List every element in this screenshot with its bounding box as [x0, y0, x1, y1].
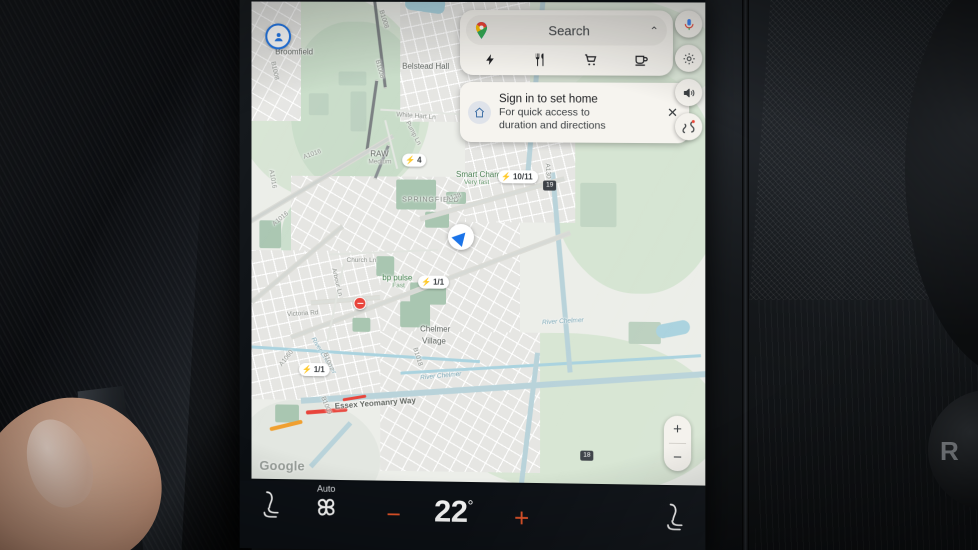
map-view[interactable]: Broomfield Belstead Hall White Hart Ln S…: [251, 1, 706, 486]
map-building: [350, 91, 367, 132]
seat-heater-icon: [257, 489, 283, 523]
map-road-label: A130: [543, 163, 552, 179]
navigation-arrow-icon: [451, 227, 471, 247]
navigation-arrow-marker: [448, 223, 474, 251]
map-building: [352, 317, 371, 332]
route-overview-button[interactable]: [674, 113, 703, 141]
google-maps-pin-icon: [474, 21, 489, 39]
charging-availability-pill[interactable]: ⚡ 4: [402, 153, 427, 167]
gear-icon: [682, 51, 696, 65]
account-profile-button[interactable]: [265, 23, 292, 50]
ev-bolt-icon: ⚡: [405, 155, 416, 165]
fan-auto-button[interactable]: Auto: [313, 484, 340, 526]
microphone-icon: [682, 18, 696, 31]
zoom-in-button[interactable]: +: [664, 416, 691, 444]
sign-in-subtitle-line1: For quick access to: [499, 106, 590, 119]
dashboard-seam: [742, 0, 749, 550]
search-placeholder-text: Search: [548, 22, 590, 38]
temperature-increase-button[interactable]: +: [514, 503, 529, 533]
map-label: RAW: [370, 149, 389, 159]
seat-heater-icon: [661, 501, 687, 536]
charger-count: 10/11: [512, 172, 533, 182]
map-label: Medium: [368, 158, 392, 166]
temperature-decrease-button[interactable]: −: [386, 501, 401, 529]
driver-seat-heater-button[interactable]: [257, 489, 283, 528]
climate-control-bar: Auto − 22° +: [239, 480, 706, 550]
motorway-junction-shield: 18: [580, 450, 594, 461]
zoom-out-button[interactable]: −: [664, 444, 691, 472]
ev-bolt-icon: ⚡: [501, 171, 511, 181]
map-label: Church Ln: [346, 256, 377, 265]
microphone-button[interactable]: [674, 10, 703, 38]
search-input[interactable]: Search ⌃: [466, 14, 667, 46]
map-building: [275, 404, 299, 423]
charging-availability-pill[interactable]: ⚡ 10/11: [498, 170, 538, 184]
winding-route-icon: [681, 119, 697, 135]
chevron-up-icon[interactable]: ⌃: [650, 24, 659, 37]
ev-charging-bolt-icon[interactable]: [484, 52, 497, 69]
sign-in-subtitle-line2: duration and directions: [499, 119, 606, 132]
sign-in-text-block: Sign in to set home For quick access to …: [499, 92, 656, 133]
charger-count: 1/1: [433, 277, 445, 287]
settings-button[interactable]: [674, 44, 703, 72]
ev-bolt-icon: ⚡: [301, 364, 312, 374]
sign-in-home-card[interactable]: Sign in to set home For quick access to …: [460, 81, 690, 144]
photo-of-car-infotainment: R Broomfield Belstead Hall White Hart Ln…: [0, 0, 978, 550]
map-building: [396, 179, 437, 210]
motorway-junction-shield: 19: [543, 180, 557, 191]
map-label: Chelmer: [420, 324, 451, 334]
road-restriction-icon: [353, 296, 367, 310]
fan-auto-label: Auto: [317, 483, 336, 494]
map-label: River Chelmer: [541, 316, 585, 327]
quick-actions-row: [460, 45, 673, 76]
sign-in-title: Sign in to set home: [499, 93, 598, 106]
temperature-number: 22: [434, 493, 468, 529]
side-control-rail: [674, 10, 703, 141]
map-label: Very fast: [464, 178, 490, 187]
map-building: [580, 182, 617, 228]
temperature-value: 22°: [434, 493, 473, 530]
charging-availability-pill[interactable]: ⚡ 1/1: [298, 362, 330, 377]
speaker-volume-icon: [682, 85, 696, 99]
charging-availability-pill[interactable]: ⚡ 1/1: [418, 275, 450, 289]
map-label: bp pulse: [382, 273, 413, 283]
search-card: Search ⌃: [460, 9, 673, 76]
map-building: [338, 71, 367, 86]
home-icon: [468, 100, 491, 124]
charger-count: 1/1: [313, 365, 325, 375]
grocery-cart-icon[interactable]: [583, 52, 598, 69]
google-attribution: Google: [259, 457, 305, 474]
coffee-cup-icon[interactable]: [634, 52, 649, 69]
account-profile-icon: [274, 32, 283, 41]
zoom-controls: + −: [663, 415, 692, 472]
map-label: Belstead Hall: [402, 61, 450, 71]
infotainment-screen: Broomfield Belstead Hall White Hart Ln S…: [239, 0, 706, 550]
fan-icon: [313, 494, 340, 521]
map-label: Village: [422, 336, 446, 346]
ev-bolt-icon: ⚡: [421, 277, 432, 287]
charger-count: 4: [417, 155, 422, 165]
volume-button[interactable]: [674, 78, 703, 107]
wheel-badge-letter: R: [940, 436, 959, 466]
passenger-seat-heater-button[interactable]: [661, 501, 687, 541]
restaurant-fork-knife-icon[interactable]: [532, 52, 547, 69]
map-building: [308, 93, 329, 116]
temperature-unit: °: [467, 497, 473, 515]
map-label: Fast: [392, 282, 405, 290]
